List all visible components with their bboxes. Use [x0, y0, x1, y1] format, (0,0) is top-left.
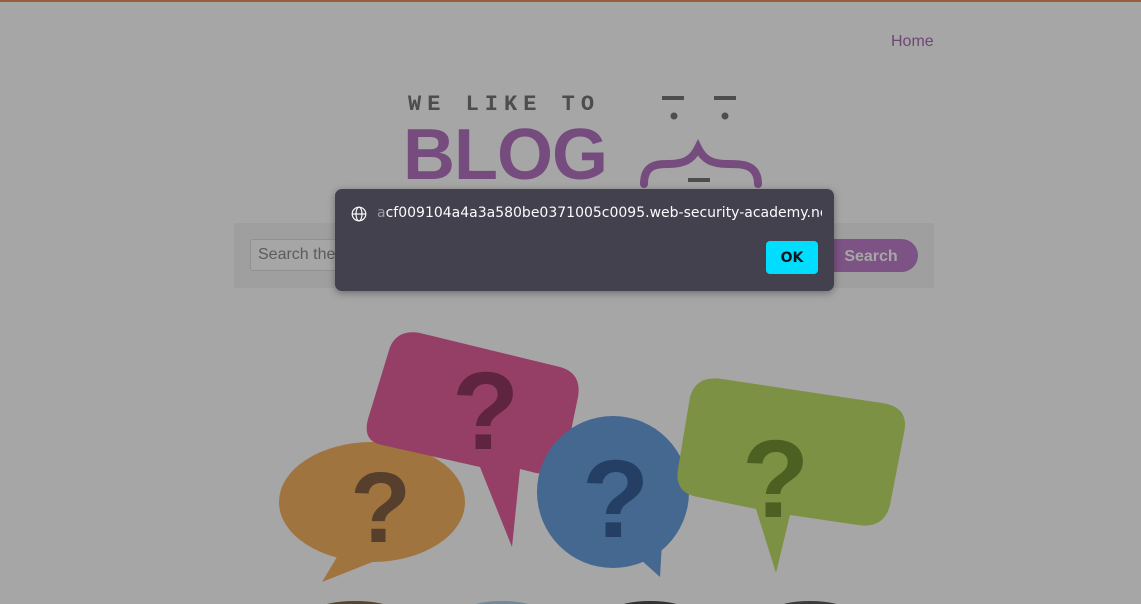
ok-button[interactable]: OK: [766, 241, 818, 274]
dialog-origin-prefix: a: [377, 205, 386, 221]
alert-dialog: acf009104a4a3a580be0371005c0095.web-secu…: [335, 189, 834, 291]
dialog-origin-rest: cf009104a4a3a580be0371005c0095.web-secur…: [385, 205, 822, 221]
dialog-origin-text: acf009104a4a3a580be0371005c0095.web-secu…: [377, 205, 822, 221]
globe-icon: [351, 206, 367, 222]
modal-backdrop: [0, 0, 1141, 604]
